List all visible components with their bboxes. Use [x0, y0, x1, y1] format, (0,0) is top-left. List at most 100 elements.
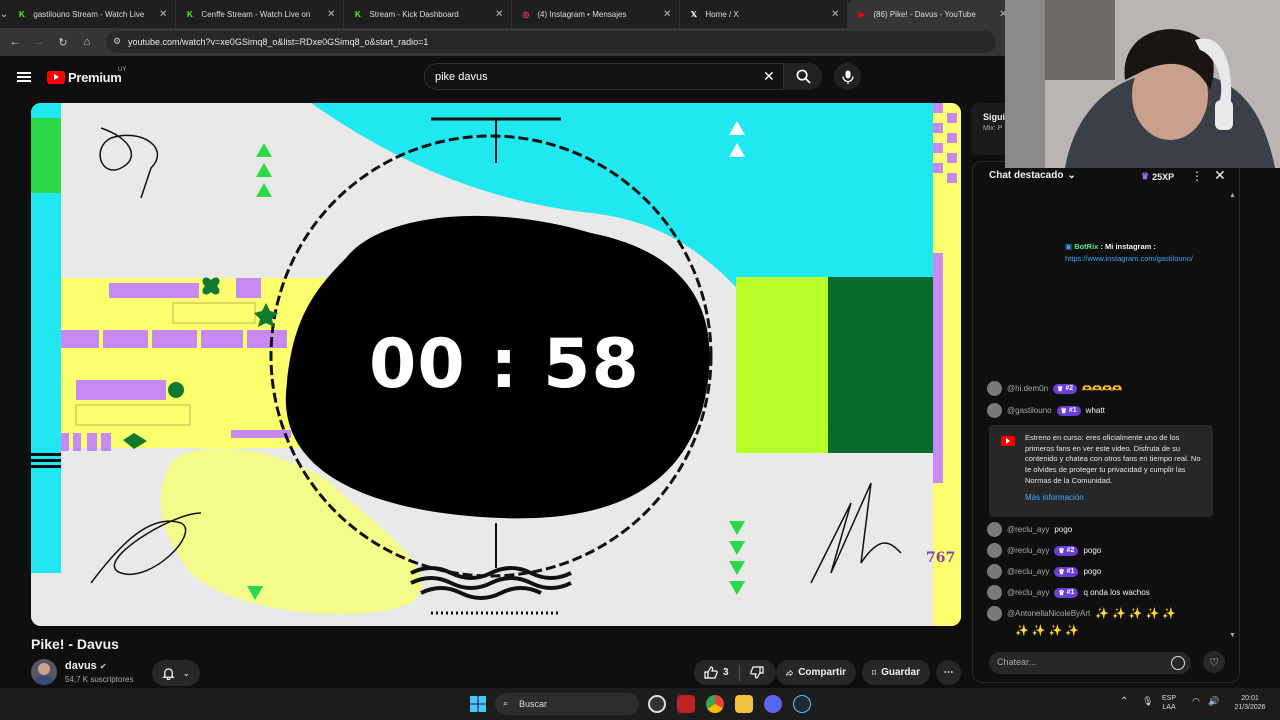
- clear-search-icon[interactable]: ✕: [763, 68, 775, 85]
- crown-icon: ♛: [1141, 171, 1150, 181]
- more-info-link[interactable]: Más información: [1025, 493, 1203, 504]
- scroll-up-icon[interactable]: ▲: [1229, 192, 1236, 199]
- clock-time: 20:01: [1241, 695, 1259, 702]
- bot-link[interactable]: https://www.instagram.com/gastilouno/: [1065, 254, 1193, 263]
- like-button[interactable]: 3: [704, 666, 729, 679]
- vod-app-icon[interactable]: [677, 695, 695, 713]
- emoji-icon[interactable]: [1171, 656, 1185, 670]
- chat-message: @reclu_ayy ♛ #1 pogo: [987, 564, 1227, 579]
- video-title: Pike! - Davus: [31, 636, 119, 652]
- chat-username[interactable]: @reclu_ayy: [1007, 546, 1049, 555]
- chat-mode-dropdown[interactable]: Chat destacado ⌄: [989, 170, 1076, 181]
- reload-button[interactable]: ↻: [51, 36, 75, 49]
- kick-icon: K: [19, 9, 25, 19]
- voice-search-button[interactable]: [834, 63, 861, 90]
- taskbar-search-label: Buscar: [519, 699, 548, 709]
- close-tab-icon[interactable]: ✕: [159, 9, 167, 20]
- close-chat-icon[interactable]: ✕: [1214, 167, 1226, 184]
- avatar[interactable]: [987, 564, 1002, 579]
- steam-icon[interactable]: [793, 695, 811, 713]
- channel-name-text: davus: [65, 660, 97, 672]
- windows-taskbar: ⌕ Buscar ⌃ 🎙 ESP LAA ◠ 🔊 20:01 21/3/2026: [0, 688, 1280, 720]
- more-actions-button[interactable]: ⋯: [936, 660, 961, 685]
- avatar[interactable]: [987, 543, 1002, 558]
- chat-text: q onda los wachos: [1083, 588, 1150, 597]
- browser-tab[interactable]: Kgastilouno Stream - Watch Live ✕: [8, 0, 177, 28]
- bot-username: BotRix: [1074, 242, 1099, 251]
- chat-input[interactable]: Chatear...: [989, 652, 1191, 674]
- chat-username[interactable]: @reclu_ayy: [1007, 567, 1049, 576]
- search-input[interactable]: pike davus: [424, 63, 784, 90]
- xp-value: 25XP: [1152, 171, 1175, 182]
- kick-icon: K: [187, 9, 193, 19]
- avatar[interactable]: [987, 585, 1002, 600]
- notice-text: Estreno en curso: eres oficialmente uno …: [1025, 433, 1201, 485]
- site-info-icon[interactable]: ⚙: [113, 36, 121, 47]
- tab-title: gastilouno Stream - Watch Live: [33, 9, 145, 19]
- tab-title: Stream - Kick Dashboard: [369, 9, 459, 19]
- file-explorer-icon[interactable]: [735, 695, 753, 713]
- obs-icon[interactable]: [648, 695, 666, 713]
- chat-username[interactable]: @reclu_ayy: [1007, 588, 1049, 597]
- chat-username[interactable]: @gastilouno: [1007, 406, 1052, 415]
- channel-name[interactable]: davus ✔: [65, 660, 107, 672]
- verified-icon: ✔: [99, 662, 107, 671]
- close-tab-icon[interactable]: ✕: [663, 9, 671, 20]
- chrome-icon[interactable]: [706, 695, 724, 713]
- microphone-tray-icon[interactable]: 🎙: [1142, 697, 1153, 706]
- save-button[interactable]: Guardar: [862, 660, 930, 685]
- browser-tab-bar: ⌄ Kgastilouno Stream - Watch Live ✕ K Cenff…: [0, 0, 1024, 28]
- subscription-bell-button[interactable]: ⌄: [152, 660, 200, 686]
- scroll-down-icon[interactable]: ▼: [1229, 632, 1236, 639]
- tray-chevron-icon[interactable]: ⌃: [1120, 697, 1128, 707]
- start-button[interactable]: [470, 696, 486, 712]
- tab-title: Home / X: [705, 9, 739, 19]
- browser-tab[interactable]: K Cenffe Stream - Watch Live on ✕: [176, 0, 345, 28]
- chat-username[interactable]: @hi.dem0n: [1007, 384, 1048, 393]
- avatar[interactable]: [987, 606, 1002, 621]
- browser-tab[interactable]: K Stream - Kick Dashboard ✕: [344, 0, 513, 28]
- chat-text: pogo: [1083, 567, 1102, 576]
- region-code: UY: [118, 67, 127, 73]
- lang-layout: LAA: [1162, 704, 1176, 711]
- channel-avatar[interactable]: [31, 659, 57, 685]
- rank-text: #1: [1066, 589, 1075, 596]
- browser-tab[interactable]: 𝕏 Home / X ✕: [680, 0, 849, 28]
- avatar[interactable]: [987, 522, 1002, 537]
- clock-date: 21/3/2026: [1234, 704, 1266, 711]
- chat-options-icon[interactable]: ⋮: [1191, 169, 1203, 183]
- video-player[interactable]: 00 : 58 767: [31, 103, 961, 626]
- back-button[interactable]: ←: [3, 36, 27, 48]
- avatar[interactable]: [987, 381, 1002, 396]
- browser-tab[interactable]: ◎ (4) Instagram • Mensajes ✕: [512, 0, 681, 28]
- thumbs-down-icon[interactable]: [749, 666, 764, 679]
- taskbar-search[interactable]: ⌕ Buscar: [495, 693, 639, 715]
- close-tab-icon[interactable]: ✕: [495, 9, 503, 20]
- forward-button[interactable]: →: [27, 36, 51, 48]
- volume-icon[interactable]: 🔊: [1208, 697, 1219, 706]
- language-indicator[interactable]: ESP LAA: [1162, 694, 1176, 712]
- close-tab-icon[interactable]: ✕: [327, 9, 335, 20]
- chat-username[interactable]: @AntonellaNicoleByArt: [1007, 609, 1090, 618]
- avatar[interactable]: [987, 403, 1002, 418]
- thumbs-up-icon: [704, 666, 718, 679]
- close-tab-icon[interactable]: ✕: [831, 9, 839, 20]
- like-dislike-group: 3: [694, 660, 776, 685]
- home-button[interactable]: ⌂: [75, 36, 99, 48]
- chat-text: 🫶🫶🫶🫶: [1082, 384, 1122, 393]
- tab-search-button[interactable]: ⌄: [0, 0, 8, 28]
- chat-message: @hi.dem0n ♛ #2 🫶🫶🫶🫶: [987, 381, 1227, 396]
- browser-tab[interactable]: ▶ (86) Pike! - Davus - YouTube ✕: [848, 0, 1017, 28]
- search-button[interactable]: [784, 63, 822, 90]
- heart-reaction-button[interactable]: ♡: [1203, 651, 1225, 673]
- clock[interactable]: 20:01 21/3/2026: [1226, 694, 1274, 712]
- share-button[interactable]: Compartir: [776, 660, 856, 685]
- url-field[interactable]: ⚙ youtube.com/watch?v=xe0GSimq8_o&list=R…: [106, 31, 996, 53]
- share-icon: [786, 669, 794, 676]
- chat-username[interactable]: @reclu_ayy: [1007, 525, 1049, 534]
- discord-icon[interactable]: [764, 695, 782, 713]
- wifi-icon[interactable]: ◠: [1192, 697, 1200, 706]
- youtube-logo[interactable]: Premium UY: [47, 67, 126, 85]
- menu-icon[interactable]: [17, 72, 31, 82]
- xp-badge[interactable]: ♛ 25XP: [1141, 171, 1174, 182]
